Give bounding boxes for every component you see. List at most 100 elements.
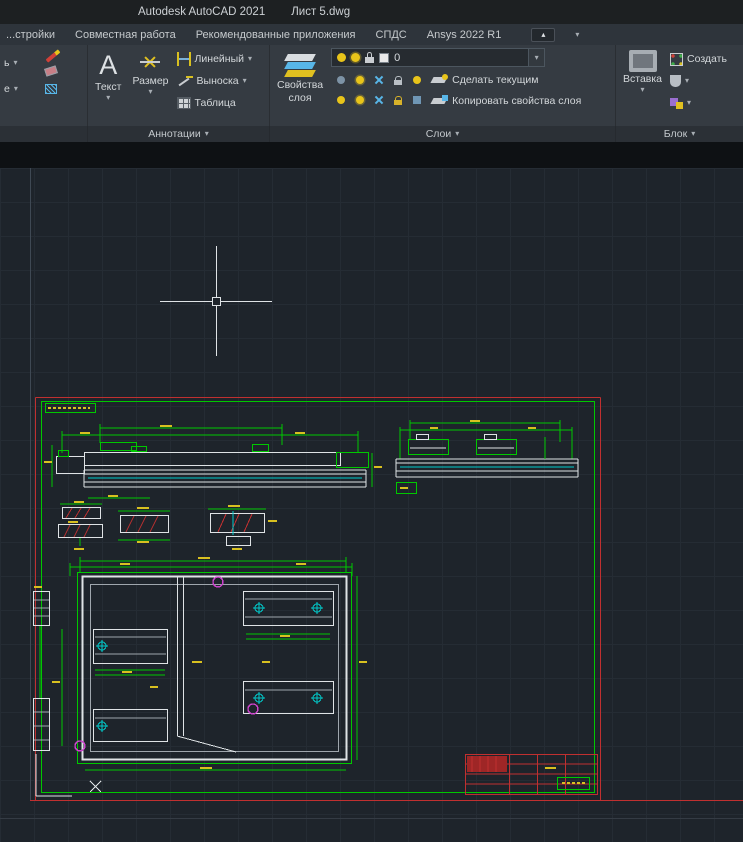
panel-title-left (0, 126, 88, 142)
red-pencil-icon[interactable] (45, 49, 60, 62)
menu-item-settings[interactable]: ...стройки (6, 29, 55, 41)
layer-vp-thaw-button[interactable] (350, 90, 369, 110)
sun-icon (356, 96, 364, 104)
leader-label: Выноска (197, 75, 239, 87)
caret-down-icon: ▾ (14, 85, 18, 93)
leader-button[interactable]: Выноска ▾ (177, 70, 253, 92)
ribbon-collapse-button[interactable]: ▴ (531, 28, 555, 42)
titlebar: Autodesk AutoCAD 2021 Лист 5.dwg (0, 0, 743, 24)
caret-down-icon: ▾ (13, 59, 17, 67)
panel-title-annotations[interactable]: Аннотации ▾ (88, 126, 270, 142)
table-button[interactable]: Таблица (177, 92, 253, 114)
bulb-icon (337, 96, 345, 104)
caret-down-icon: ▾ (106, 94, 110, 102)
layer-off-button[interactable] (331, 70, 350, 90)
layer-walk-icon (413, 96, 421, 104)
ribbon-collapse-menu-icon[interactable]: ▾ (575, 31, 579, 39)
layers-panel-label: Слои (426, 128, 452, 140)
menubar: ...стройки Совместная работа Рекомендова… (0, 24, 743, 45)
text-button[interactable]: A Текст ▾ (92, 48, 124, 123)
title-block (465, 754, 598, 795)
match-properties-button[interactable]: Копировать свойства слоя (432, 91, 581, 111)
truncated-label-top: ь (4, 57, 9, 69)
annotations-panel-label: Аннотации (148, 128, 201, 140)
layer-unlock-button[interactable] (388, 90, 407, 110)
layer-freeze-button[interactable] (369, 70, 388, 90)
table-icon (177, 97, 191, 109)
insert-block-icon (629, 50, 657, 72)
attributes-icon (670, 75, 681, 87)
linear-dimension-button[interactable]: Линейный ▾ (177, 48, 253, 70)
layer-dropdown[interactable]: 0 ▾ (331, 48, 545, 67)
crosshair-cursor (160, 246, 272, 356)
truncated-tool-bottom[interactable]: е ▾ (4, 78, 18, 100)
dimension-button[interactable]: Размер ▾ (129, 48, 171, 123)
sun-icon (356, 76, 364, 84)
layer-tools-grid (331, 70, 426, 111)
ribbon: ь ▾ е ▾ A Текст ▾ Размер ▾ (0, 45, 743, 126)
snowflake-icon (374, 75, 384, 85)
panel-title-block[interactable]: Блок ▾ (616, 126, 743, 142)
insert-block-button[interactable]: Вставка ▾ (620, 48, 665, 123)
caret-down-icon: ▾ (455, 130, 459, 138)
make-current-label: Сделать текущим (452, 74, 538, 86)
eraser-icon[interactable] (44, 65, 58, 76)
dimension-icon (138, 50, 162, 74)
layer-walk-button[interactable] (407, 90, 426, 110)
layer-isolate-button[interactable] (407, 70, 426, 90)
block-attributes-button[interactable]: ▾ (670, 70, 727, 92)
block-panel-label: Блок (664, 128, 687, 140)
document-title: Лист 5.dwg (291, 6, 350, 18)
cad-drawing (0, 142, 743, 842)
plan-view (52, 557, 367, 770)
panel-title-layers[interactable]: Слои ▾ (270, 126, 616, 142)
match-properties-icon (432, 95, 448, 107)
layer-on-icon (337, 53, 346, 62)
layer-properties-label-2: слоя (289, 92, 312, 104)
layer-lock-icon (365, 52, 374, 63)
leader-icon (177, 74, 193, 88)
table-label: Таблица (195, 97, 236, 109)
menu-item-ansys[interactable]: Ansys 2022 R1 (427, 29, 502, 41)
dimension-label: Размер (132, 75, 168, 87)
layer-dropdown-arrow[interactable]: ▾ (528, 49, 544, 66)
create-block-button[interactable]: Создать (670, 48, 727, 70)
panel-left-truncated: ь ▾ е ▾ (0, 45, 88, 126)
caret-up-icon: ▴ (541, 30, 545, 39)
caret-down-icon: ▾ (687, 99, 691, 107)
text-icon: A (99, 50, 117, 80)
menu-item-featured-apps[interactable]: Рекомендованные приложения (196, 29, 356, 41)
side-view-right (396, 420, 578, 494)
layer-lock-button[interactable] (388, 70, 407, 90)
pickbox (213, 298, 221, 306)
menu-item-spds[interactable]: СПДС (376, 29, 407, 41)
layer-vp-freeze-button[interactable] (369, 90, 388, 110)
drawing-canvas[interactable] (0, 142, 743, 842)
truncated-tool-top[interactable]: ь ▾ (4, 52, 18, 74)
truncated-label-bottom: е (4, 83, 10, 95)
layer-off-icon (337, 76, 345, 84)
panel-block: Вставка ▾ Создать ▾ ▾ (616, 45, 743, 126)
app-title: Autodesk AutoCAD 2021 (138, 6, 265, 18)
side-view-left (44, 424, 382, 498)
match-properties-label: Копировать свойства слоя (452, 95, 581, 107)
x-marker (90, 781, 101, 792)
hatch-icon[interactable] (45, 84, 57, 94)
block-editor-button[interactable]: ▾ (670, 92, 727, 114)
layer-thaw-button[interactable] (350, 70, 369, 90)
caret-down-icon: ▾ (691, 130, 695, 138)
linear-dimension-label: Линейный (195, 53, 244, 65)
bulb-icon (413, 76, 421, 84)
menu-item-collaborate[interactable]: Совместная работа (75, 29, 176, 41)
caret-down-icon: ▾ (535, 54, 539, 62)
layer-properties-button[interactable]: Свойства слоя (274, 48, 326, 123)
make-current-button[interactable]: Сделать текущим (432, 70, 581, 90)
layer-name: 0 (394, 52, 400, 64)
text-label: Текст (95, 81, 121, 93)
layer-on-button[interactable] (331, 90, 350, 110)
snowflake-icon (374, 95, 384, 105)
block-editor-icon (670, 97, 683, 109)
layer-thaw-icon (351, 53, 360, 62)
drawing-frame-green (42, 402, 595, 793)
caret-down-icon: ▾ (685, 77, 689, 85)
